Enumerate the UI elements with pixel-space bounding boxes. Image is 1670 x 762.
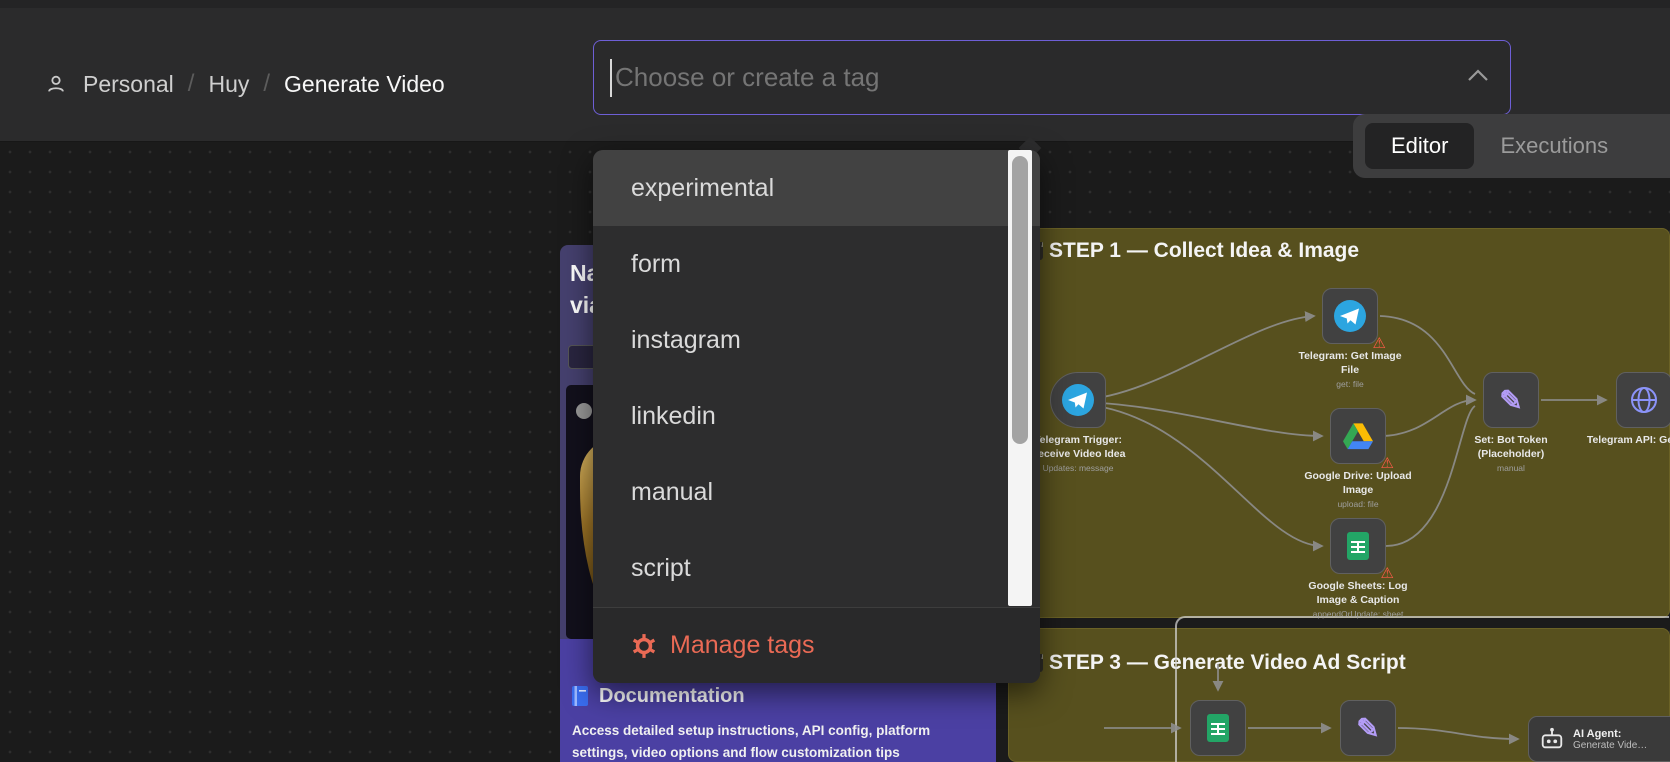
step3-title: STEP 3 — Generate Video Ad Script (1049, 651, 1406, 674)
node-sublabel: appendOrUpdate: sheet (1312, 609, 1404, 620)
tag-option-experimental[interactable]: experimental (593, 150, 1040, 226)
node-label: Telegram: Get Image File (1298, 350, 1402, 376)
agent-sublabel: Generate Vide… (1573, 739, 1648, 751)
image-dot (576, 403, 592, 419)
doc-line1: Access detailed setup instructions, API … (572, 723, 931, 738)
dropdown-scrollbar-thumb[interactable] (1012, 156, 1028, 444)
tab-executions[interactable]: Executions (1474, 123, 1634, 169)
book-icon (572, 686, 588, 706)
tag-input-placeholder: Choose or create a tag (615, 62, 880, 92)
topbar-strip (0, 0, 1670, 8)
doc-title: Documentation (599, 685, 745, 707)
breadcrumb-workflow-name[interactable]: Generate Video (284, 71, 445, 98)
warning-icon: ⚠ (1372, 335, 1386, 352)
manage-tags-button[interactable]: Manage tags (593, 607, 1040, 683)
node-sublabel: manual (1497, 463, 1525, 474)
node-label: Google Sheets: Log Image & Caption (1308, 580, 1408, 606)
step1-title: STEP 1 — Collect Idea & Image (1049, 239, 1360, 262)
node-sublabel: upload: file (1337, 499, 1379, 510)
breadcrumb: Personal / Huy / Generate Video (45, 70, 445, 98)
breadcrumb-project[interactable]: Huy (208, 71, 249, 98)
manage-tags-label: Manage tags (670, 631, 815, 659)
globe-icon (1631, 387, 1657, 413)
text-cursor (610, 58, 612, 97)
tab-editor[interactable]: Editor (1365, 123, 1475, 169)
robot-icon (1541, 727, 1563, 749)
telegram-icon (1062, 384, 1094, 416)
node-label: Telegram API: Get URL (1586, 434, 1670, 446)
gear-icon (632, 633, 656, 658)
node-telegram-trigger[interactable]: Telegram Trigger: Receive Video Idea Upd… (1031, 372, 1125, 473)
google-drive-icon (1343, 422, 1373, 449)
tag-option-linkedin[interactable]: linkedin (593, 378, 1040, 454)
node-set-bot-token[interactable]: ✎ Set: Bot Token (Placeholder) manual (1474, 372, 1548, 473)
dropdown-scrollbar-track (1008, 150, 1032, 606)
node-telegram-get-image-file[interactable]: ⚠ Telegram: Get Image File get: file (1298, 288, 1402, 389)
tag-option-form[interactable]: form (593, 226, 1040, 302)
google-sheets-icon (1207, 714, 1229, 742)
google-sheets-icon (1347, 532, 1369, 560)
tag-option-manual[interactable]: manual (593, 454, 1040, 530)
node-google-drive-upload[interactable]: ⚠ Google Drive: Upload Image upload: fil… (1304, 408, 1412, 509)
node-google-sheets-log[interactable]: ⚠ Google Sheets: Log Image & Caption app… (1308, 518, 1408, 619)
person-icon (45, 73, 67, 95)
breadcrumb-separator: / (187, 70, 195, 97)
tag-dropdown-menu: experimental form instagram linkedin man… (593, 150, 1040, 683)
node-label: Google Drive: Upload Image (1304, 470, 1412, 496)
tag-option-instagram[interactable]: instagram (593, 302, 1040, 378)
node-telegram-api-get-url[interactable]: Telegram API: Get URL (1587, 372, 1670, 446)
node-step3-google-sheets[interactable] (1190, 700, 1246, 756)
chevron-up-icon[interactable] (1466, 67, 1490, 88)
view-tabs: Editor Executions (1353, 114, 1670, 178)
telegram-icon (1334, 300, 1366, 332)
app-window: Na via Documentation Access detailed set… (0, 0, 1670, 762)
tag-search-input[interactable]: Choose or create a tag (593, 40, 1511, 115)
warning-icon: ⚠ (1380, 565, 1394, 582)
breadcrumb-workspace[interactable]: Personal (83, 71, 174, 98)
pencil-icon: ✎ (1356, 712, 1380, 744)
breadcrumb-separator: / (263, 70, 271, 97)
doc-line2: settings, video options and flow customi… (572, 745, 900, 760)
node-sublabel: get: file (1336, 379, 1364, 390)
node-label: Set: Bot Token (Placeholder) (1474, 434, 1548, 460)
tag-option-script[interactable]: script (593, 530, 1040, 606)
agent-label: AI Agent: (1573, 727, 1622, 740)
warning-icon: ⚠ (1380, 455, 1394, 472)
node-step3-set[interactable]: ✎ (1340, 700, 1396, 756)
node-ai-agent[interactable]: AI Agent: Generate Vide… (1528, 716, 1670, 762)
pencil-icon: ✎ (1499, 384, 1523, 416)
